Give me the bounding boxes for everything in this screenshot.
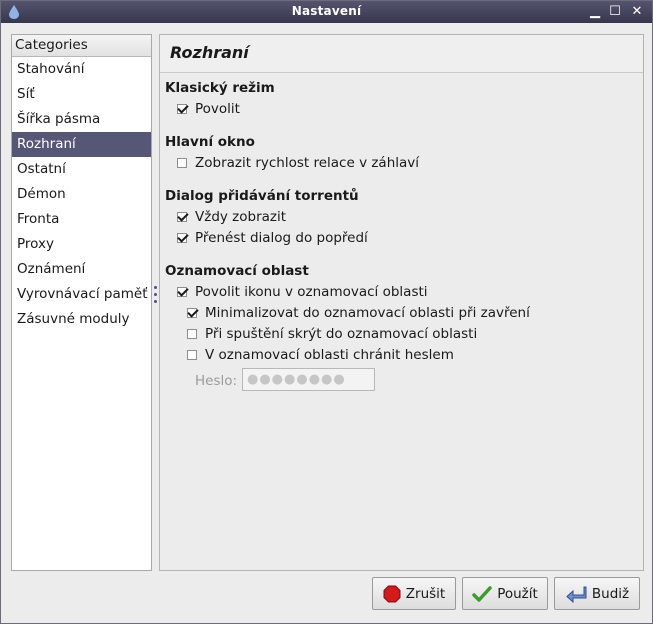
category-item-cache[interactable]: Vyrovnávací paměť: [12, 282, 151, 307]
cancel-button[interactable]: Zrušit: [372, 577, 456, 610]
classic-enable-label: Povolit: [195, 101, 240, 117]
category-item-daemon[interactable]: Démon: [12, 182, 151, 207]
minimize-icon[interactable]: ▁: [587, 4, 603, 20]
settings-panel: Rozhraní Klasický režim Povolit Hlavní o…: [159, 34, 644, 571]
pane-splitter-handle[interactable]: [153, 286, 158, 316]
show-speed-option[interactable]: Zobrazit rychlost relace v záhlaví: [177, 155, 419, 171]
start-hidden-label: Při spuštění skrýt do oznamovací oblasti: [205, 326, 478, 342]
title-bar[interactable]: Nastavení ▁ ☐ ✕: [1, 1, 652, 23]
always-show-checkbox[interactable]: [177, 212, 187, 222]
preferences-window: Nastavení ▁ ☐ ✕ Categories Stahování Síť…: [0, 0, 653, 624]
cancel-label: Zrušit: [405, 585, 446, 602]
panel-title: Rozhraní: [160, 35, 643, 73]
start-hidden-checkbox[interactable]: [187, 329, 197, 339]
checkmark-icon: [472, 585, 492, 602]
stop-icon: [383, 585, 401, 602]
category-item-downloads[interactable]: Stahování: [12, 57, 151, 82]
always-show-option[interactable]: Vždy zobrazit: [177, 209, 286, 225]
minimize-tray-checkbox[interactable]: [187, 308, 197, 318]
ok-label: Budiž: [591, 585, 630, 602]
password-input[interactable]: ●●●●●●●●: [242, 368, 375, 391]
category-item-queue[interactable]: Fronta: [12, 207, 151, 232]
password-label: Heslo:: [195, 373, 238, 389]
section-tray: Oznamovací oblast: [165, 263, 309, 279]
always-show-label: Vždy zobrazit: [195, 209, 287, 225]
category-item-other[interactable]: Ostatní: [12, 157, 151, 182]
bring-front-option[interactable]: Přenést dialog do popředí: [177, 230, 368, 246]
bring-front-checkbox[interactable]: [177, 233, 187, 243]
start-hidden-option[interactable]: Při spuštění skrýt do oznamovací oblasti: [187, 326, 477, 342]
bring-front-label: Přenést dialog do popředí: [195, 230, 368, 246]
enter-arrow-icon: [566, 586, 587, 603]
apply-label: Použít: [497, 585, 538, 602]
tray-icon-option[interactable]: Povolit ikonu v oznamovací oblasti: [177, 284, 428, 300]
show-speed-checkbox[interactable]: [177, 158, 187, 168]
classic-enable-checkbox[interactable]: [177, 104, 187, 114]
protect-password-checkbox[interactable]: [187, 350, 197, 360]
classic-enable-option[interactable]: Povolit: [177, 101, 240, 117]
category-item-bandwidth[interactable]: Šířka pásma: [12, 107, 151, 132]
category-item-network[interactable]: Síť: [12, 82, 151, 107]
maximize-icon[interactable]: ☐: [607, 4, 623, 20]
close-icon[interactable]: ✕: [629, 4, 645, 20]
section-add-dialog: Dialog přidávání torrentů: [165, 188, 359, 204]
category-item-notifications[interactable]: Oznámení: [12, 257, 151, 282]
tray-icon-label: Povolit ikonu v oznamovací oblasti: [195, 284, 428, 300]
category-item-proxy[interactable]: Proxy: [12, 232, 151, 257]
category-item-interface[interactable]: Rozhraní: [12, 132, 151, 157]
section-main-window: Hlavní okno: [165, 134, 255, 150]
protect-password-label: V oznamovací oblasti chránit heslem: [205, 347, 454, 363]
categories-list[interactable]: Categories Stahování Síť Šířka pásma Roz…: [11, 34, 152, 571]
category-item-plugins[interactable]: Zásuvné moduly: [12, 307, 151, 332]
minimize-tray-option[interactable]: Minimalizovat do oznamovací oblasti při …: [187, 305, 530, 321]
section-classic-mode: Klasický režim: [165, 80, 275, 96]
tray-icon-checkbox[interactable]: [177, 287, 187, 297]
show-speed-label: Zobrazit rychlost relace v záhlaví: [195, 155, 420, 171]
window-title: Nastavení: [291, 4, 362, 18]
ok-button[interactable]: Budiž: [554, 577, 640, 610]
apply-button[interactable]: Použít: [462, 577, 548, 610]
minimize-tray-label: Minimalizovat do oznamovací oblasti při …: [205, 305, 530, 321]
protect-password-option[interactable]: V oznamovací oblasti chránit heslem: [187, 347, 454, 363]
categories-header[interactable]: Categories: [12, 35, 151, 57]
